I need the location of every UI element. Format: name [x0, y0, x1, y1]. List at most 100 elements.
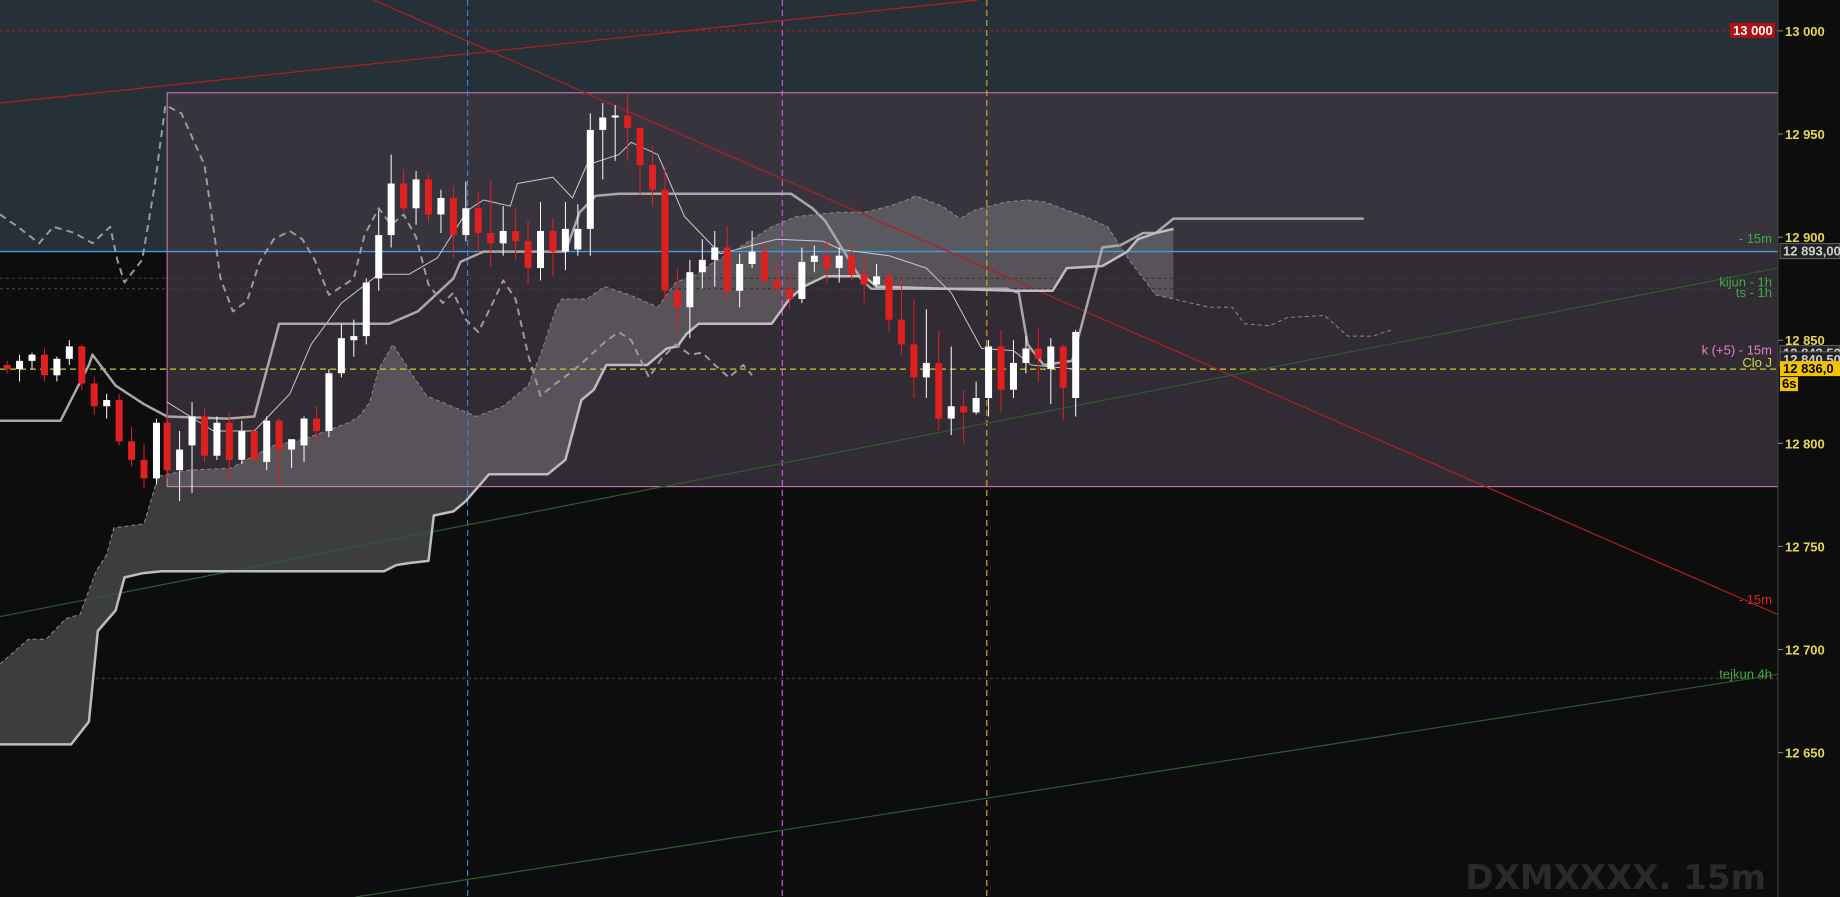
- candle-body-73: [910, 344, 918, 378]
- annotation-6: tejkun 4h: [1719, 666, 1772, 681]
- candle-body-86: [1072, 331, 1080, 398]
- watermark: DXMXXXX. 15m: [1465, 858, 1766, 897]
- candle-body-16: [200, 416, 208, 456]
- y-tick-label-6: 12 700: [1785, 643, 1825, 658]
- candle-body-67: [835, 255, 843, 269]
- candle-body-47: [586, 129, 594, 229]
- candle-body-28: [350, 336, 358, 341]
- candle-body-14: [176, 449, 184, 471]
- candle-body-82: [1022, 348, 1030, 363]
- candle-body-71: [885, 276, 893, 320]
- candle-body-23: [288, 439, 296, 450]
- annotation-4: Clo J: [1742, 355, 1772, 370]
- candle-body-20: [250, 430, 258, 460]
- candle-body-54: [673, 290, 681, 308]
- candle-body-2: [28, 354, 36, 361]
- chart-root: 13 000 12 950 12 900 12 850 12 800 12 750 12 7…: [0, 0, 1840, 897]
- candle-body-85: [1059, 346, 1067, 388]
- candle-body-44: [549, 230, 557, 252]
- candle-body-56: [698, 259, 706, 273]
- y-tick-label-0: 13 000: [1785, 24, 1825, 39]
- candle-body-51: [636, 127, 644, 165]
- candle-body-0: [3, 364, 11, 370]
- candle-body-21: [263, 420, 271, 462]
- candle-body-66: [823, 255, 831, 269]
- candle-body-60: [748, 251, 756, 264]
- candle-body-12: [152, 422, 160, 479]
- candle-body-76: [947, 406, 955, 419]
- candle-body-8: [103, 400, 111, 407]
- candle-body-52: [649, 164, 657, 190]
- price-tag-label-4: 12 836,0: [1783, 361, 1834, 376]
- candle-body-74: [922, 362, 930, 378]
- candle-body-30: [375, 235, 383, 279]
- candle-body-79: [985, 346, 993, 398]
- candle-body-29: [362, 282, 370, 337]
- candle-body-11: [140, 459, 148, 479]
- candle-body-70: [873, 276, 881, 285]
- candle-body-65: [810, 255, 818, 262]
- y-tick-label-7: 12 650: [1785, 746, 1825, 761]
- candle-body-68: [848, 255, 856, 275]
- y-tick-label-1: 12 950: [1785, 127, 1825, 142]
- candle-body-49: [611, 115, 619, 118]
- candle-body-78: [972, 397, 980, 413]
- candle-body-33: [412, 179, 420, 209]
- candle-body-84: [1047, 346, 1055, 370]
- candle-body-64: [798, 261, 806, 299]
- candle-body-27: [337, 338, 345, 374]
- candle-body-35: [437, 197, 445, 215]
- candle-body-72: [897, 319, 905, 345]
- annotation-0: - 15m: [1739, 231, 1772, 246]
- price-chart[interactable]: 13 00012 95012 90012 85012 80012 75012 7…: [0, 0, 1840, 897]
- countdown-label: 6s: [1782, 376, 1796, 391]
- annotation-5: - 15m: [1739, 592, 1772, 607]
- candle-body-63: [785, 288, 793, 299]
- candle-body-53: [661, 189, 669, 291]
- candle-body-57: [711, 247, 719, 260]
- candle-body-48: [599, 117, 607, 130]
- candle-body-69: [860, 274, 868, 285]
- candle-body-9: [115, 400, 123, 442]
- candle-body-58: [723, 247, 731, 291]
- candle-body-10: [128, 441, 136, 460]
- candle-body-5: [65, 346, 73, 359]
- candle-body-25: [312, 418, 320, 431]
- candle-body-6: [78, 346, 86, 384]
- candle-body-18: [225, 422, 233, 460]
- candle-body-46: [574, 228, 582, 250]
- candle-body-45: [561, 228, 569, 252]
- candle-body-83: [1034, 348, 1042, 359]
- candle-body-38: [474, 208, 482, 234]
- candle-body-15: [188, 416, 196, 446]
- candle-body-39: [487, 233, 495, 244]
- candle-body-34: [424, 179, 432, 215]
- candle-body-40: [499, 230, 507, 244]
- candle-body-26: [325, 373, 333, 431]
- candle-body-43: [537, 230, 545, 269]
- candle-body-77: [960, 406, 968, 413]
- annotation-2: ts - 1h: [1736, 285, 1772, 300]
- candle-body-13: [163, 422, 171, 471]
- candle-body-22: [275, 420, 283, 450]
- y-tick-label-4: 12 800: [1785, 436, 1825, 451]
- candle-body-42: [524, 241, 532, 269]
- price-tag-label-1: 12 893,00: [1783, 244, 1840, 259]
- candle-body-7: [90, 383, 98, 407]
- candle-body-80: [997, 346, 1005, 390]
- y-tick-label-5: 12 750: [1785, 539, 1825, 554]
- candle-body-59: [736, 263, 744, 291]
- candle-body-31: [387, 183, 395, 236]
- candle-body-4: [53, 358, 61, 376]
- candle-body-41: [512, 230, 520, 242]
- candle-body-17: [213, 422, 221, 456]
- candle-body-19: [238, 430, 246, 460]
- candle-body-75: [935, 362, 943, 419]
- candle-body-55: [686, 272, 694, 308]
- candle-body-62: [773, 280, 781, 289]
- candle-body-61: [761, 251, 769, 281]
- candle-body-3: [40, 354, 48, 376]
- candle-body-32: [400, 183, 408, 209]
- price-tag-label-0: 13 000: [1733, 23, 1773, 38]
- candle-body-81: [1009, 362, 1017, 390]
